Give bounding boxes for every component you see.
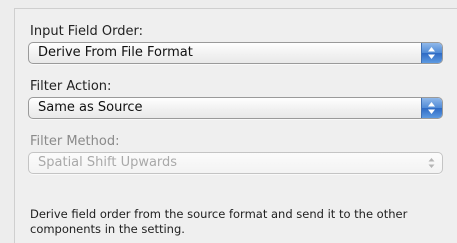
- filter-method-value: Spatial Shift Upwards: [38, 155, 178, 170]
- up-down-arrows-icon: [421, 43, 442, 63]
- filter-action-label: Filter Action:: [30, 79, 112, 94]
- filter-action-popup[interactable]: Same as Source: [28, 97, 443, 119]
- input-field-order-value: Derive From File Format: [38, 45, 193, 60]
- filter-method-popup: Spatial Shift Upwards: [28, 152, 443, 174]
- input-field-order-label: Input Field Order:: [30, 24, 144, 39]
- filter-action-value: Same as Source: [38, 100, 143, 115]
- filter-method-label: Filter Method:: [30, 134, 120, 149]
- description-text: Derive field order from the source forma…: [30, 207, 408, 236]
- input-field-order-popup[interactable]: Derive From File Format: [28, 42, 443, 64]
- up-down-arrows-icon: [422, 153, 442, 173]
- up-down-arrows-icon: [421, 98, 442, 118]
